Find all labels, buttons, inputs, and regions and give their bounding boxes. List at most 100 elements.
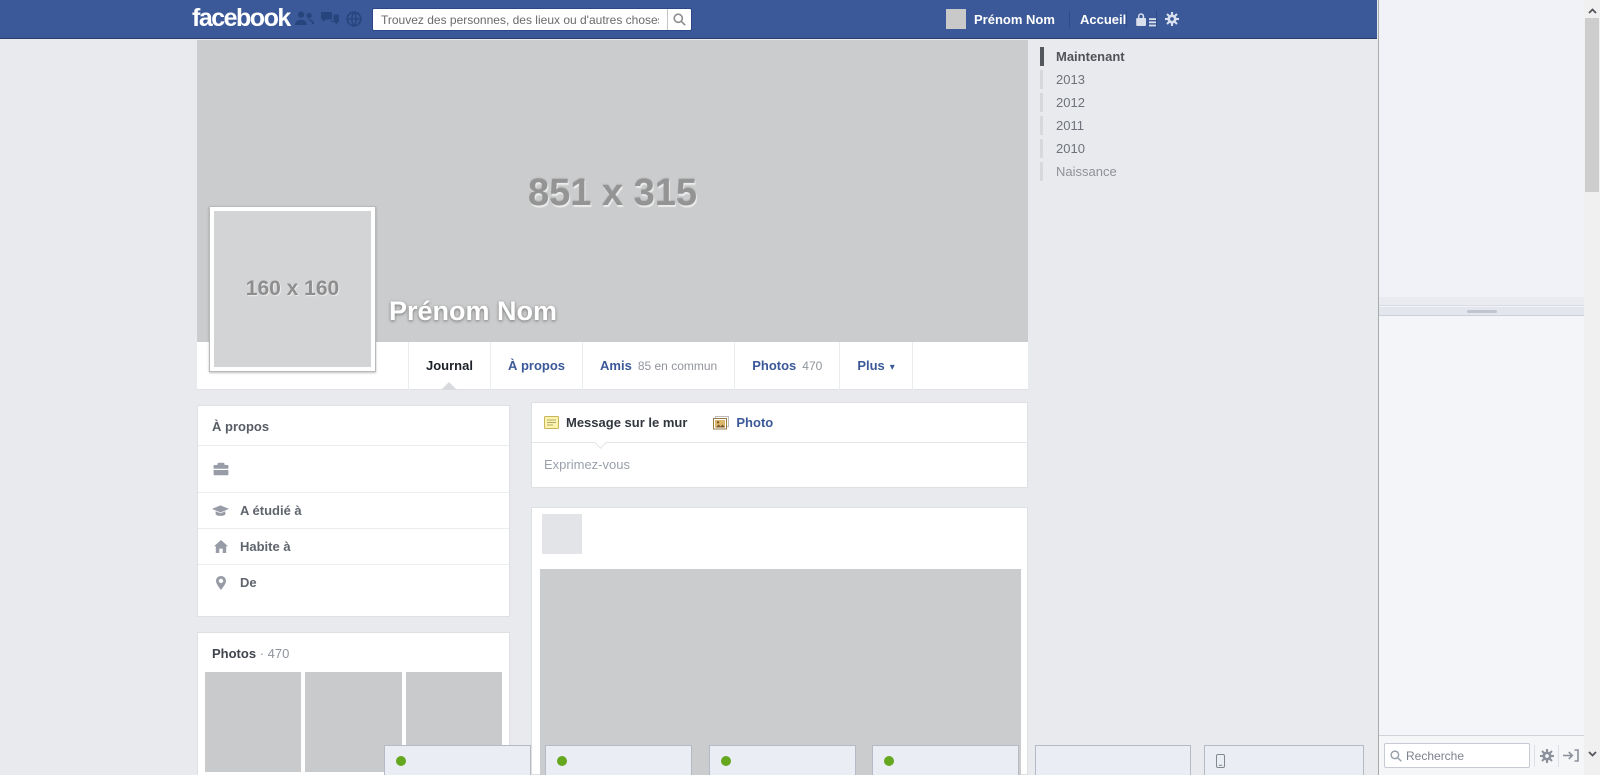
search-button[interactable] <box>667 9 691 30</box>
tab-journal[interactable]: Journal <box>408 342 490 390</box>
messages-button[interactable] <box>321 12 339 26</box>
header-divider <box>1126 11 1127 28</box>
chat-search-field <box>1384 743 1530 768</box>
composer-tab-photo[interactable]: Photo <box>713 415 773 430</box>
timeline-tick <box>1040 70 1043 89</box>
search-icon <box>673 13 686 26</box>
online-dot <box>884 756 894 766</box>
chat-sidebar <box>1378 0 1584 775</box>
timeline-tick <box>1040 139 1043 158</box>
about-row-from[interactable]: De <box>198 564 509 600</box>
privacy-shortcuts-button[interactable] <box>1135 12 1157 27</box>
chevron-up-icon <box>1588 8 1597 14</box>
online-dot <box>396 756 406 766</box>
online-dot <box>721 756 731 766</box>
active-tab-caret <box>441 382 457 390</box>
drag-handle <box>1467 310 1497 313</box>
about-box: À propos A étudié à Habite à De <box>197 405 510 617</box>
chat-tab[interactable] <box>384 745 531 775</box>
privacy-lock-icon <box>1135 12 1157 27</box>
hide-sidebar-icon <box>1563 749 1579 762</box>
notifications-globe-icon <box>346 11 362 27</box>
ticker-divider <box>1379 297 1584 306</box>
chat-settings-button[interactable] <box>1539 743 1555 769</box>
timeline-nav-2010[interactable]: 2010 <box>1040 137 1125 160</box>
header-divider <box>1069 11 1070 28</box>
chat-contact-list <box>1379 317 1584 735</box>
settings-gear-icon <box>1540 749 1554 763</box>
facebook-profile-page: facebook Prénom Nom <box>0 0 1600 775</box>
photos-box-header[interactable]: Photos · 470 <box>198 633 509 672</box>
header-avatar[interactable] <box>946 9 966 29</box>
about-row-studied[interactable]: A étudié à <box>198 492 509 528</box>
chevron-down-icon <box>1588 751 1597 757</box>
mobile-icon <box>1216 754 1225 768</box>
timeline-post <box>531 507 1028 775</box>
post-author-avatar[interactable] <box>542 514 582 554</box>
timeline-nav-2013[interactable]: 2013 <box>1040 68 1125 91</box>
timeline-nav-2012[interactable]: 2012 <box>1040 91 1125 114</box>
chevron-down-icon: ▾ <box>890 362 895 373</box>
scrollbar-thumb[interactable] <box>1585 18 1599 192</box>
search-icon <box>1390 750 1402 762</box>
settings-gear-icon <box>1165 12 1179 26</box>
hide-sidebar-button[interactable] <box>1563 743 1579 769</box>
chat-tab[interactable] <box>872 745 1019 775</box>
ticker-resize-handle[interactable] <box>1379 307 1584 316</box>
footer-divider <box>1558 745 1559 767</box>
photo-icon <box>713 416 729 430</box>
top-navigation-bar: facebook Prénom Nom <box>0 0 1377 39</box>
settings-menu-button[interactable] <box>1165 12 1179 26</box>
timeline-nav-2011[interactable]: 2011 <box>1040 114 1125 137</box>
profile-name: Prénom Nom <box>389 296 557 327</box>
profile-picture-placeholder-label: 160 x 160 <box>214 211 371 367</box>
composer-tab-wall-message[interactable]: Message sur le mur <box>544 415 687 430</box>
chat-tab[interactable] <box>545 745 692 775</box>
photos-count: 470 <box>268 646 290 661</box>
post-composer: Message sur le mur Photo <box>531 402 1028 488</box>
footer-divider <box>1534 745 1535 767</box>
tab-amis[interactable]: Amis85 en commun <box>582 342 734 390</box>
note-icon <box>544 415 559 430</box>
timeline-tick <box>1040 162 1043 181</box>
chat-tab[interactable] <box>709 745 856 775</box>
briefcase-icon <box>212 462 229 476</box>
location-pin-icon <box>212 576 229 590</box>
status-input[interactable] <box>532 443 1027 486</box>
header-user-name[interactable]: Prénom Nom <box>974 12 1055 27</box>
graduation-cap-icon <box>212 505 229 517</box>
profile-picture[interactable]: 160 x 160 <box>209 206 376 372</box>
timeline-tick <box>1040 47 1044 66</box>
window-scrollbar <box>1584 0 1600 775</box>
photos-box-title: Photos <box>212 646 256 661</box>
chat-search-input[interactable] <box>1406 749 1524 763</box>
friend-requests-button[interactable] <box>295 11 314 26</box>
about-row-lives[interactable]: Habite à <box>198 528 509 564</box>
composer-tabs: Message sur le mur Photo <box>532 403 1027 443</box>
home-icon <box>212 540 229 553</box>
chat-tab[interactable] <box>1035 745 1191 775</box>
photo-placeholder[interactable] <box>205 672 301 772</box>
chat-sidebar-footer <box>1379 735 1584 775</box>
friend-requests-icon <box>295 11 314 26</box>
ticker-pane <box>1379 0 1584 297</box>
global-search-bar <box>372 8 692 31</box>
scroll-down-arrow[interactable] <box>1584 747 1600 761</box>
home-link[interactable]: Accueil <box>1080 12 1126 27</box>
about-row-work[interactable] <box>198 445 509 492</box>
tab-plus-dropdown[interactable]: Plus▾ <box>839 342 913 390</box>
tab-photos[interactable]: Photos470 <box>734 342 839 390</box>
chat-tab-mobile[interactable] <box>1204 745 1364 775</box>
tab-a-propos[interactable]: À propos <box>490 342 582 390</box>
facebook-logo[interactable]: facebook <box>192 4 290 33</box>
about-box-title: À propos <box>198 406 509 445</box>
header-divider <box>1156 11 1157 28</box>
notifications-button[interactable] <box>346 11 362 27</box>
scroll-up-arrow[interactable] <box>1584 4 1600 18</box>
online-dot <box>557 756 567 766</box>
timeline-tick <box>1040 116 1043 135</box>
timeline-nav-maintenant[interactable]: Maintenant <box>1040 45 1125 68</box>
search-input[interactable] <box>373 9 667 30</box>
timeline-tick <box>1040 93 1043 112</box>
timeline-nav-naissance[interactable]: Naissance <box>1040 160 1125 183</box>
